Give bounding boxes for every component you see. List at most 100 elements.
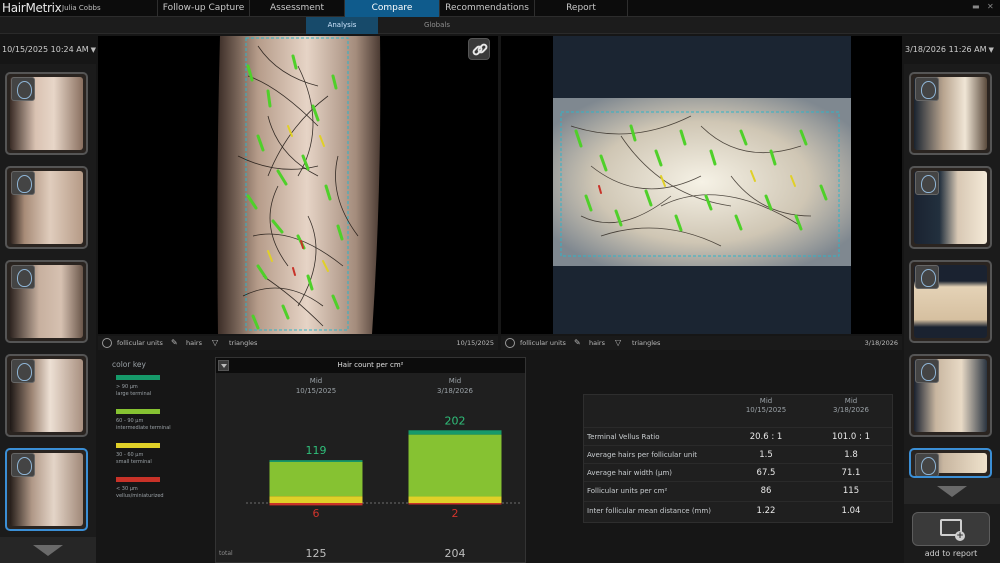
tab-compare[interactable]: Compare <box>344 0 439 17</box>
follicular-units-label: follicular units <box>520 339 566 347</box>
range-label: 30 - 60 µm <box>116 452 144 458</box>
thumbnail-item[interactable] <box>909 72 992 155</box>
thumbnail-item[interactable] <box>5 260 88 343</box>
app-window: HairMetrix Julia Cobbs Follow-up Capture… <box>0 0 1000 563</box>
total-count-label: 125 <box>306 547 327 560</box>
thumbnail-item[interactable] <box>5 72 88 155</box>
tab-report[interactable]: Report <box>534 0 628 17</box>
range-label: > 90 µm <box>116 384 138 390</box>
stats-table: Mid 10/15/2025 Mid 3/18/2026 Terminal Vell… <box>583 394 893 523</box>
chevron-down-icon <box>33 545 63 556</box>
color-key-item: 60 - 90 µm intermediate terminal <box>112 407 202 441</box>
scroll-down-button[interactable] <box>904 478 1000 504</box>
follicular-units-icon[interactable] <box>102 338 112 348</box>
left-date-select[interactable]: 10/15/2025 10:24 AM ▼ <box>2 36 96 64</box>
tab-follow-up-capture[interactable]: Follow-up Capture <box>157 0 249 17</box>
vellus-count-label: 6 <box>313 507 320 520</box>
close-icon[interactable]: ✕ <box>987 2 994 11</box>
right-date-value: 3/18/2026 11:26 AM <box>905 45 987 54</box>
row-value: 115 <box>842 486 860 496</box>
color-key: color key > 90 µm large terminal 60 - 90 … <box>112 360 202 509</box>
row-value: 86 <box>760 486 772 496</box>
add-to-report-label[interactable]: add to report <box>912 549 990 558</box>
table-row: Follicular units per cm² 86 115 <box>584 481 892 499</box>
chart-header: Hair count per cm² <box>216 358 525 373</box>
thumbnail-item[interactable] <box>909 354 992 437</box>
row-value: 101.0 : 1 <box>831 432 870 442</box>
row-value: 1.8 <box>844 450 858 460</box>
thumbnail-item[interactable] <box>909 260 992 343</box>
color-key-item: > 90 µm large terminal <box>112 373 202 407</box>
add-to-report-button[interactable]: + <box>912 512 990 546</box>
vellus-count-label: 2 <box>452 507 459 520</box>
bar-segment-intermediate-terminal <box>408 434 502 497</box>
row-label: Inter follicular mean distance (mm) <box>587 507 711 515</box>
head-region-icon <box>11 171 35 195</box>
tab-assessment[interactable]: Assessment <box>249 0 344 17</box>
chart-plot: Mid 10/15/2025 Mid 3/18/2026 119 6 125 202 2 204 t… <box>219 377 521 560</box>
column-date: 3/18/2026 <box>833 406 869 414</box>
row-value: 71.1 <box>841 468 861 478</box>
head-region-icon <box>11 265 35 289</box>
category-label: intermediate terminal <box>116 425 171 431</box>
tab-recommendations[interactable]: Recommendations <box>439 0 534 17</box>
swatch-vellus <box>116 477 160 482</box>
table-row: Average hairs per follicular unit 1.5 1.… <box>584 445 892 463</box>
scroll-down-button[interactable] <box>0 537 96 563</box>
head-region-icon <box>11 453 35 477</box>
top-bar: HairMetrix Julia Cobbs Follow-up Capture… <box>0 0 1000 17</box>
range-label: 60 - 90 µm <box>116 418 144 424</box>
left-overlay-legend: follicular units ✎ hairs ▽ triangles 10/… <box>98 336 498 350</box>
swatch-small-terminal <box>116 443 160 448</box>
right-scalp-image <box>553 36 851 334</box>
head-region-icon <box>915 359 939 383</box>
subtab-analysis[interactable]: Analysis <box>306 17 378 34</box>
thumbnail-item[interactable] <box>909 166 992 249</box>
thumbnail-item-selected[interactable] <box>5 448 88 531</box>
chevron-down-icon <box>937 486 967 497</box>
table-row: Inter follicular mean distance (mm) 1.22… <box>584 501 892 519</box>
head-region-icon <box>11 77 35 101</box>
head-region-icon <box>11 359 35 383</box>
follicular-units-icon[interactable] <box>505 338 515 348</box>
link-icon-graphic <box>472 43 488 56</box>
chevron-down-icon: ▼ <box>90 46 97 54</box>
thumbnail-item[interactable] <box>5 166 88 249</box>
right-date-select[interactable]: 3/18/2026 11:26 AM ▼ <box>905 36 994 64</box>
terminal-count-label: 202 <box>445 414 466 427</box>
left-scalp-image <box>217 36 381 334</box>
row-label: Terminal Vellus Ratio <box>587 433 660 441</box>
category-region-label: Mid <box>449 377 461 385</box>
sub-tab-bar: Analysis Globals <box>0 17 1000 34</box>
chart-title: Hair count per cm² <box>337 361 404 369</box>
category-label: small terminal <box>116 459 152 465</box>
left-date-value: 10/15/2025 10:24 AM <box>2 45 89 54</box>
plus-icon: + <box>955 531 965 541</box>
column-header: Mid 3/18/2026 <box>806 397 896 415</box>
subtab-globals[interactable]: Globals <box>401 17 473 34</box>
total-count-label: 204 <box>445 547 466 560</box>
row-value: 20.6 : 1 <box>749 432 783 442</box>
category-date-label: 10/15/2025 <box>296 387 336 395</box>
row-value: 67.5 <box>756 468 776 478</box>
head-region-icon <box>915 77 939 101</box>
terminal-count-label: 119 <box>306 444 327 457</box>
head-region-icon <box>915 171 939 195</box>
triangles-label: triangles <box>632 339 661 347</box>
hairs-label: hairs <box>186 339 202 347</box>
hairs-icon[interactable]: ✎ <box>171 336 178 350</box>
minimize-icon[interactable]: ▬ <box>972 2 980 11</box>
hairs-icon[interactable]: ✎ <box>574 336 581 350</box>
column-date: 10/15/2025 <box>745 406 787 414</box>
triangles-icon[interactable]: ▽ <box>615 336 621 350</box>
triangles-icon[interactable]: ▽ <box>212 336 218 350</box>
thumbnail-item[interactable] <box>5 354 88 437</box>
bar-segment-vellus <box>408 503 502 505</box>
thumbnail-item-selected[interactable] <box>909 448 992 478</box>
hair-count-chart: Hair count per cm² Mid 10/15/2025 Mid 3/18/… <box>215 357 526 563</box>
link-icon[interactable] <box>468 38 490 60</box>
row-value: 1.5 <box>759 450 773 460</box>
row-label: Average hair width (µm) <box>587 469 672 477</box>
left-scalp-image-panel[interactable] <box>98 36 498 334</box>
right-scalp-image-panel[interactable] <box>501 36 902 334</box>
